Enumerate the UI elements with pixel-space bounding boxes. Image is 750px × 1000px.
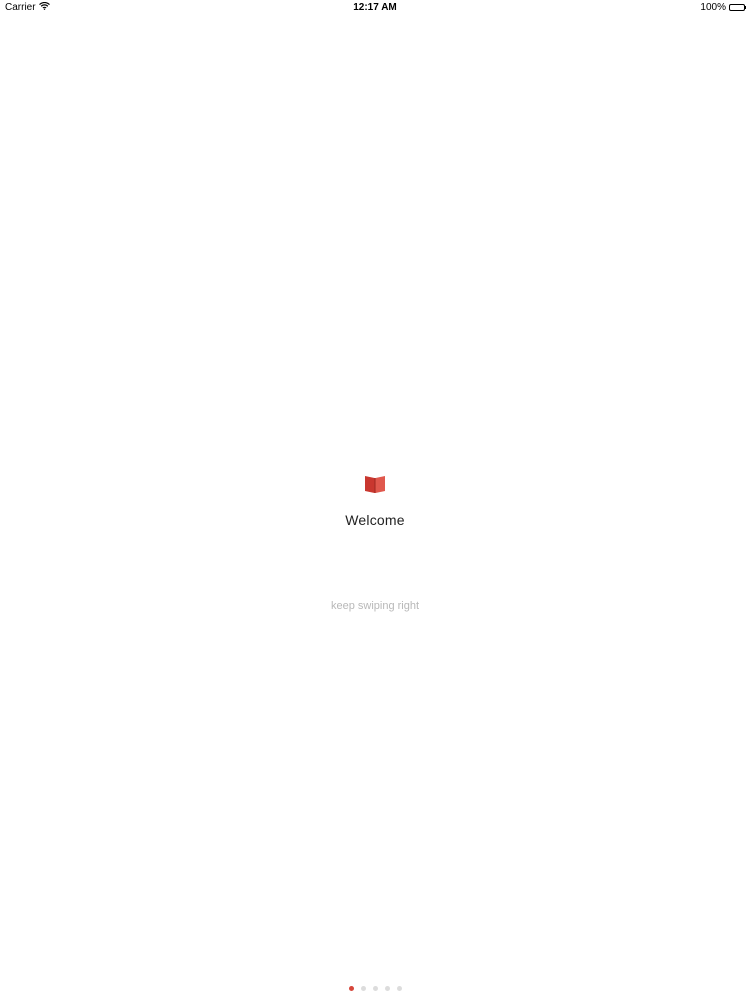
status-time: 12:17 AM [353, 2, 397, 13]
page-dot[interactable] [348, 986, 354, 991]
page-dot[interactable] [396, 986, 402, 991]
page-dot[interactable] [372, 986, 378, 991]
status-right: 100% [700, 2, 746, 13]
onboarding-screen[interactable]: Carrier 12:17 AM 100% Welcome keep swipi… [0, 0, 750, 1000]
page-dot[interactable] [360, 986, 366, 991]
status-bar: Carrier 12:17 AM 100% [0, 0, 750, 16]
page-dot[interactable] [384, 986, 390, 991]
battery-icon [729, 4, 746, 11]
swipe-hint: keep swiping right [330, 600, 420, 612]
page-indicator[interactable] [0, 986, 750, 991]
welcome-title: Welcome [345, 512, 405, 528]
battery-percent: 100% [700, 2, 726, 13]
book-icon [364, 474, 386, 494]
